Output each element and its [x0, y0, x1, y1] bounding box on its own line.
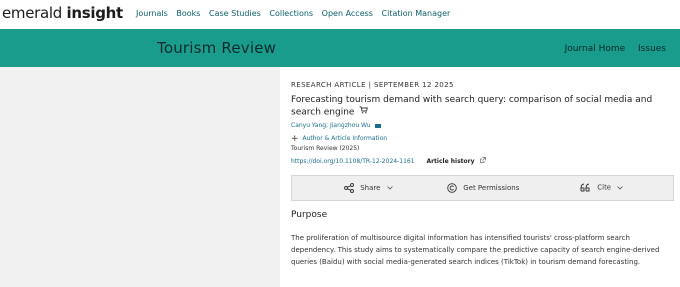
- nav-link-journals[interactable]: Journals: [136, 9, 168, 18]
- issues-link[interactable]: Issues: [638, 44, 666, 54]
- article-meta: RESEARCH ARTICLE | SEPTEMBER 12 2025: [291, 81, 454, 89]
- purpose-heading: Purpose: [291, 210, 328, 220]
- doi-line: https://doi.org/10.1108/TR-12-2024-1161 …: [291, 157, 486, 165]
- plus-icon: +: [291, 134, 299, 144]
- authors-line: Canyu Yang; Jiangzhou Wu: [291, 122, 381, 129]
- cite-button[interactable]: Cite: [580, 183, 627, 192]
- site-logo[interactable]: emerald insight: [2, 4, 123, 22]
- nav-link-case-studies[interactable]: Case Studies: [209, 9, 261, 18]
- top-navigation: emerald insight Journals Books Case Stud…: [0, 0, 680, 27]
- mail-icon[interactable]: [374, 123, 381, 128]
- get-permissions-button[interactable]: Get Permissions: [447, 183, 519, 193]
- logo-text-emerald: emerald: [2, 4, 67, 22]
- article-action-bar: Share Get Permissions Cite: [291, 175, 674, 201]
- share-label: Share: [360, 184, 381, 192]
- nav-link-collections[interactable]: Collections: [269, 9, 313, 18]
- article-history-label: Article history: [426, 158, 475, 165]
- journal-banner: Tourism Review Journal Home Issues: [0, 29, 680, 67]
- article-history-link[interactable]: Article history: [426, 157, 486, 165]
- author-info-toggle[interactable]: + Author & Article Information: [291, 134, 387, 144]
- journal-home-link[interactable]: Journal Home: [565, 44, 626, 54]
- nav-link-books[interactable]: Books: [176, 9, 200, 18]
- article-type: RESEARCH ARTICLE: [291, 81, 366, 89]
- chevron-down-icon: [386, 184, 397, 192]
- copyright-icon: [447, 183, 457, 193]
- share-icon: [344, 183, 354, 193]
- chevron-down-icon: [617, 184, 627, 192]
- main-nav: Journals Books Case Studies Collections …: [136, 9, 456, 18]
- doi-link[interactable]: https://doi.org/10.1108/TR-12-2024-1161: [291, 158, 415, 165]
- cart-icon[interactable]: [359, 106, 369, 118]
- cite-label: Cite: [597, 183, 612, 192]
- share-button[interactable]: Share: [344, 183, 397, 193]
- quote-icon: [580, 183, 590, 192]
- meta-separator: |: [368, 81, 372, 89]
- get-permissions-label: Get Permissions: [463, 184, 520, 192]
- journal-title[interactable]: Tourism Review: [157, 39, 276, 57]
- article-date: SEPTEMBER 12 2025: [373, 81, 454, 89]
- left-sidebar-panel: [0, 67, 280, 287]
- journal-links: Journal Home Issues: [555, 44, 666, 54]
- logo-text-insight: insight: [66, 4, 124, 22]
- author-info-label: Author & Article Information: [302, 135, 388, 142]
- abstract-text: The proliferation of multisource digital…: [291, 234, 660, 267]
- external-link-icon: [479, 157, 486, 165]
- journal-citation: Tourism Review (2025): [291, 145, 360, 152]
- nav-link-citation-manager[interactable]: Citation Manager: [382, 9, 451, 18]
- nav-link-open-access[interactable]: Open Access: [322, 9, 373, 18]
- authors-list[interactable]: Canyu Yang; Jiangzhou Wu: [291, 122, 371, 129]
- article-title-block: Forecasting tourism demand with search q…: [291, 94, 666, 119]
- article-title: Forecasting tourism demand with search q…: [291, 95, 653, 118]
